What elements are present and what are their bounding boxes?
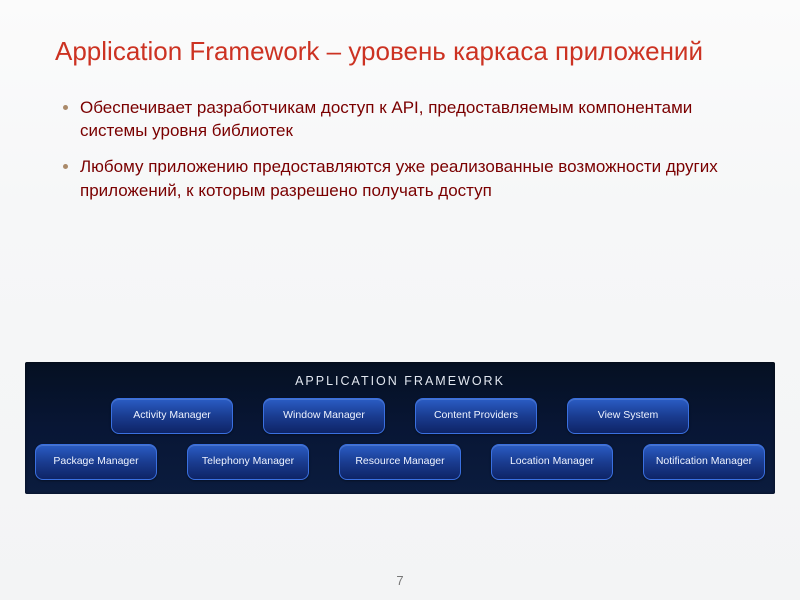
slide-title: Application Framework – уровень каркаса … xyxy=(55,35,745,68)
bullet-item: Любому приложению предоставляются уже ре… xyxy=(80,155,745,203)
framework-box-location-manager: Location Manager xyxy=(491,444,613,480)
framework-box-telephony-manager: Telephony Manager xyxy=(187,444,309,480)
framework-panel: Application Framework Activity Manager W… xyxy=(25,362,775,494)
framework-title: Application Framework xyxy=(35,370,765,398)
slide: Application Framework – уровень каркаса … xyxy=(0,0,800,600)
framework-row: Package Manager Telephony Manager Resour… xyxy=(35,444,765,480)
framework-row: Activity Manager Window Manager Content … xyxy=(35,398,765,434)
framework-box-notification-manager: Notification Manager xyxy=(643,444,765,480)
framework-box-package-manager: Package Manager xyxy=(35,444,157,480)
framework-box-window-manager: Window Manager xyxy=(263,398,385,434)
framework-box-content-providers: Content Providers xyxy=(415,398,537,434)
bullet-item: Обеспечивает разработчикам доступ к API,… xyxy=(80,96,745,144)
framework-box-activity-manager: Activity Manager xyxy=(111,398,233,434)
framework-box-resource-manager: Resource Manager xyxy=(339,444,461,480)
framework-box-view-system: View System xyxy=(567,398,689,434)
page-number: 7 xyxy=(0,573,800,588)
bullet-list: Обеспечивает разработчикам доступ к API,… xyxy=(55,96,745,203)
